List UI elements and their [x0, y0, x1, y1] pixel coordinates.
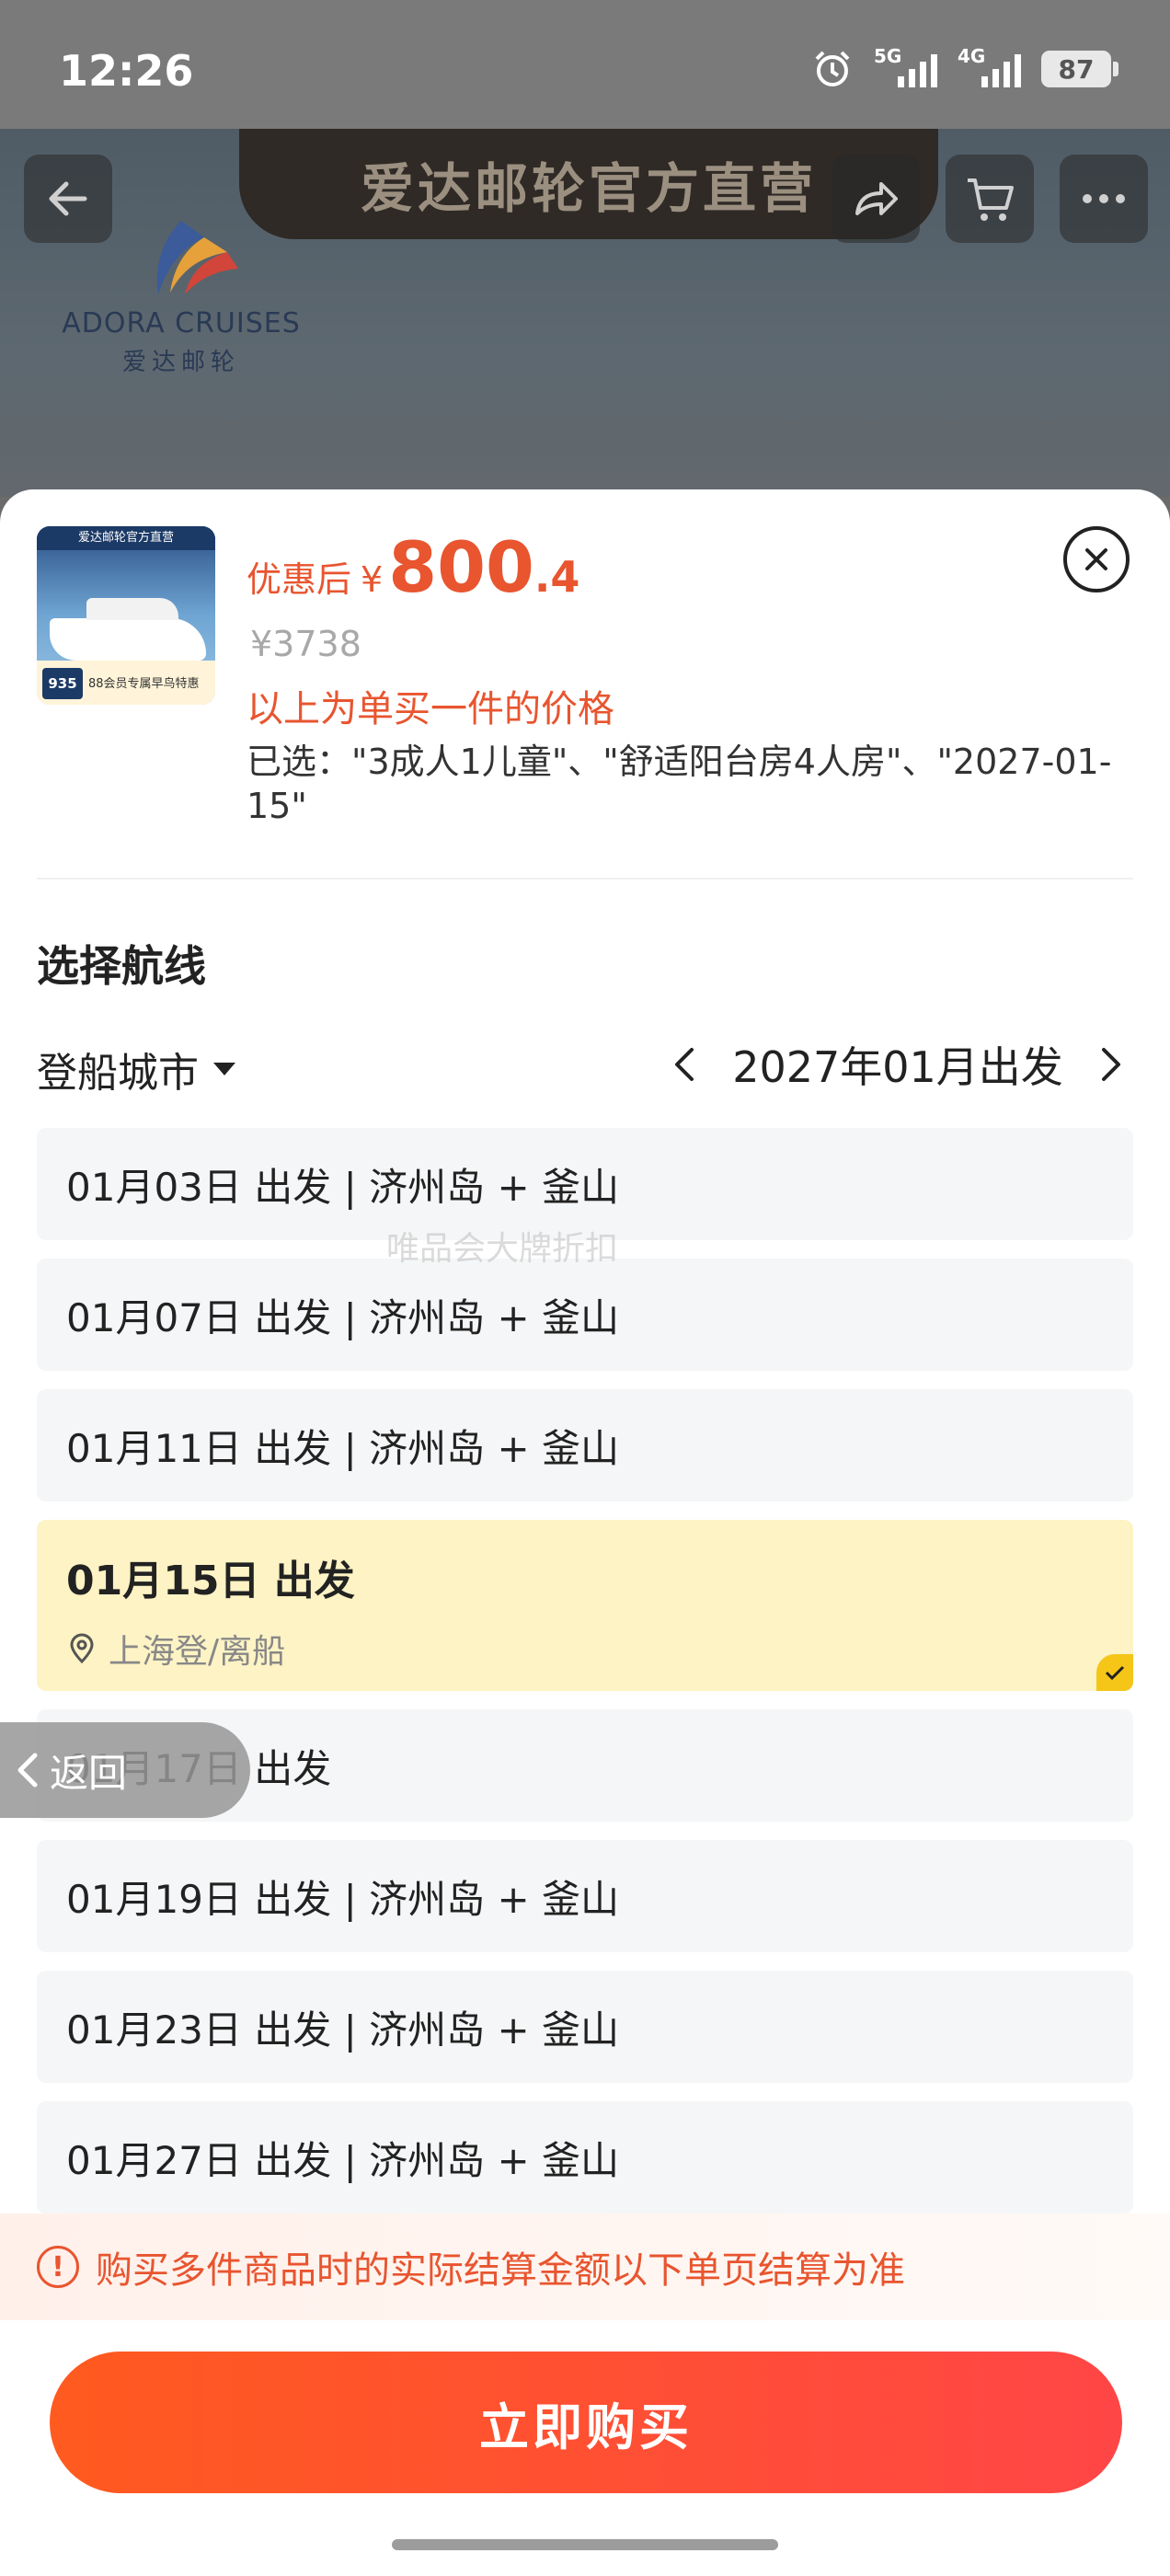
route-option-label: 01月27日 出发 | 济州岛 + 釜山: [66, 2137, 619, 2183]
chevron-left-icon: [17, 1753, 38, 1788]
route-port-info: 上海登/离船: [66, 1625, 1133, 1673]
route-option-label: 01月07日 出发 | 济州岛 + 釜山: [66, 1294, 619, 1340]
floating-back-button[interactable]: 返回: [0, 1722, 250, 1818]
brand-logo-cn: 爱达邮轮: [121, 349, 240, 376]
route-option-label: 01月03日 出发 | 济州岛 + 釜山: [66, 1164, 619, 1210]
month-label: 2027年01月出发: [732, 1042, 1063, 1092]
caret-down-icon: [213, 1063, 235, 1075]
route-option[interactable]: 01月19日 出发 | 济州岛 + 釜山: [37, 1840, 1133, 1952]
location-pin-icon: [70, 1633, 94, 1664]
brand-logo-en: ADORA CRUISES: [62, 307, 301, 339]
discount-price: 优惠后 ¥ 800 .4: [247, 526, 579, 608]
signal-5g-label: 5G: [874, 45, 902, 67]
cart-icon: [968, 178, 1014, 221]
route-option[interactable]: 01月27日 出发 | 济州岛 + 釜山: [37, 2101, 1133, 2214]
route-option-label: 01月19日 出发 | 济州岛 + 釜山: [66, 1876, 619, 1922]
cart-button[interactable]: [946, 155, 1034, 243]
brand-logo: ADORA CRUISES 爱达邮轮: [48, 212, 315, 377]
thumbnail-note: 88会员专属早鸟特惠: [88, 677, 200, 691]
chevron-right-icon: [1101, 1048, 1120, 1081]
store-banner-text: 爱达邮轮官方直营: [360, 157, 817, 220]
share-button[interactable]: [832, 155, 920, 243]
close-button[interactable]: [1063, 526, 1130, 592]
sku-selection-sheet: 爱达邮轮官方直营 935 88会员专属早鸟特惠 优惠后 ¥ 800 .4 ¥37…: [0, 489, 1170, 2576]
status-time: 12:26: [59, 46, 194, 96]
route-option[interactable]: 01月23日 出发 | 济州岛 + 釜山: [37, 1971, 1133, 2083]
signal-5g-icon: 5G: [874, 45, 937, 87]
selected-options: 已选："3成人1儿童"、"舒适阳台房4人房"、"2027-01-15": [247, 742, 1112, 826]
route-option-label: 01月15日 出发: [66, 1558, 355, 1604]
route-section-title: 选择航线: [37, 941, 206, 991]
checkout-tip: ! 购买多件商品时的实际结算金额以下单页结算为准: [0, 2214, 1170, 2320]
checkout-tip-text: 购买多件商品时的实际结算金额以下单页结算为准: [96, 2249, 905, 2292]
price-prefix: 优惠后: [247, 559, 352, 600]
signal-4g-label: 4G: [958, 45, 986, 67]
home-indicator[interactable]: [392, 2539, 778, 2550]
selected-check-icon: [1096, 1654, 1133, 1691]
more-icon: [1083, 194, 1125, 203]
share-icon: [855, 182, 898, 215]
price-decimal: .4: [533, 552, 580, 602]
status-bar: 12:26 5G 4G 87: [0, 0, 1170, 129]
close-icon: [1085, 548, 1107, 570]
floating-back-label: 返回: [50, 1750, 128, 1796]
prev-month-button[interactable]: [662, 1037, 706, 1092]
product-thumbnail[interactable]: 爱达邮轮官方直营 935 88会员专属早鸟特惠: [37, 526, 215, 705]
price-currency: ¥: [361, 559, 384, 600]
month-navigator: 2027年01月出发: [662, 1032, 1133, 1097]
thumbnail-footer: 935 88会员专属早鸟特惠: [37, 661, 215, 705]
chevron-left-icon: [675, 1048, 694, 1081]
route-option[interactable]: 01月11日 出发 | 济州岛 + 釜山: [37, 1389, 1133, 1501]
price-integer: 800: [388, 526, 534, 608]
thumbnail-title: 爱达邮轮官方直营: [37, 526, 215, 550]
alarm-icon: [815, 51, 850, 86]
route-option-label: 01月11日 出发 | 济州岛 + 釜山: [66, 1425, 619, 1471]
route-port-label: 上海登/离船: [109, 1633, 286, 1671]
route-option-label: 01月23日 出发 | 济州岛 + 釜山: [66, 2007, 619, 2053]
next-month-button[interactable]: [1089, 1037, 1133, 1092]
price-note: 以上为单买一件的价格: [247, 688, 614, 730]
status-icons: 5G 4G 87: [811, 45, 1118, 90]
boarding-city-label: 登船城市: [37, 1050, 199, 1097]
boarding-city-dropdown[interactable]: 登船城市: [37, 1040, 235, 1098]
product-page-header: 爱达邮轮官方直营 ADORA CRUISES 爱达邮轮: [0, 129, 1170, 497]
cruise-ship-image: [50, 598, 206, 661]
buy-now-button[interactable]: 立即购买: [50, 2352, 1122, 2493]
battery-icon: 87: [1041, 51, 1118, 87]
watermark: 唯品会大牌折扣: [386, 1230, 619, 1268]
brand-logo-mark: [156, 221, 238, 294]
original-price: ¥3738: [250, 624, 361, 664]
route-option[interactable]: 01月07日 出发 | 济州岛 + 釜山: [37, 1259, 1133, 1371]
warning-icon: !: [37, 2246, 79, 2288]
route-option-selected[interactable]: 01月15日 出发 上海登/离船: [37, 1520, 1133, 1691]
thumbnail-price: 935: [42, 668, 83, 699]
divider: [37, 878, 1133, 880]
route-list: 01月03日 出发 | 济州岛 + 釜山 01月07日 出发 | 济州岛 + 釜…: [37, 1128, 1133, 2232]
signal-4g-icon: 4G: [958, 45, 1021, 87]
more-button[interactable]: [1060, 155, 1148, 243]
